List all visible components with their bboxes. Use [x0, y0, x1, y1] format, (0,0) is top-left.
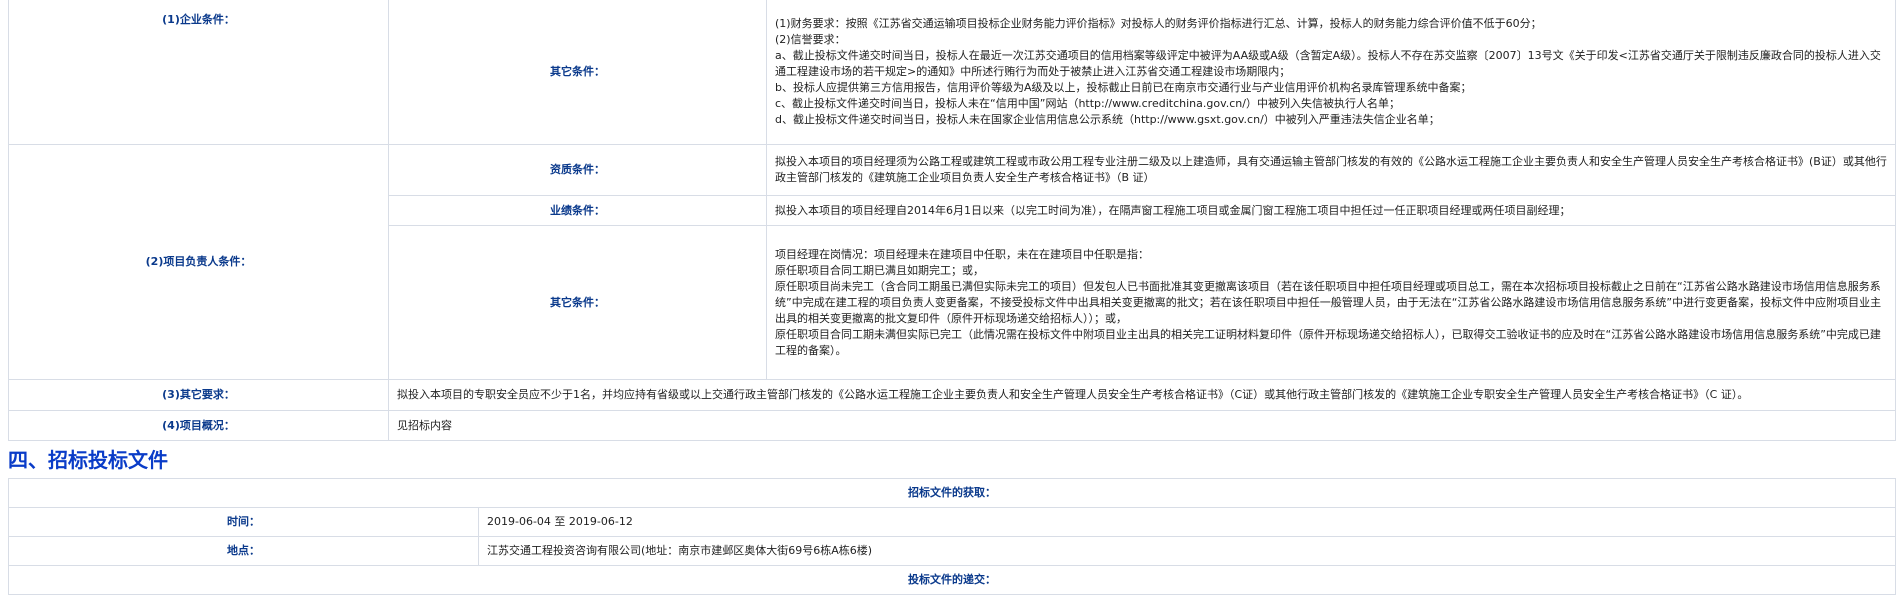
- enterprise-line: d、截止投标文件递交时间当日，投标人未在国家企业信用信息公示系统（http://…: [775, 113, 1440, 126]
- bid-documents-table: 招标文件的获取： 时间： 2019-06-04 至 2019-06-12 地点：…: [8, 478, 1896, 595]
- manager-other-line: 项目经理在岗情况：项目经理未在建项目中任职，未在在建项目中任职是指：: [775, 247, 1149, 261]
- submit-header: 投标文件的递交：: [8, 565, 1896, 595]
- project-overview-row: (4)项目概况： 见招标内容: [8, 410, 1896, 441]
- manager-qualification-row: (2)项目负责人条件： 资质条件： 拟投入本项目的项目经理须为公路工程或建筑工程…: [8, 144, 1896, 380]
- place-row: 地点： 江苏交通工程投资咨询有限公司(地址：南京市建邺区奥体大街69号6栋A栋6…: [8, 536, 1896, 566]
- performance-text: 拟投入本项目的项目经理自2014年6月1日以来（以完工时间为准），在隔声窗工程施…: [766, 195, 1896, 226]
- section-title: 四、招标投标文件: [8, 448, 168, 472]
- performance-label: 业绩条件：: [388, 195, 767, 226]
- obtain-header: 招标文件的获取：: [8, 478, 1896, 508]
- other-requirements-label: (3)其它要求：: [8, 379, 389, 411]
- requirements-table: (1)企业条件： 其它条件： (1)财务要求：按照《江苏省交通运输项目投标企业财…: [8, 0, 1896, 441]
- project-overview-label: (4)项目概况：: [8, 410, 389, 441]
- qualification-label: 资质条件：: [388, 144, 767, 196]
- time-label: 时间：: [8, 507, 479, 537]
- submit-header-row: 投标文件的递交：: [8, 565, 1896, 595]
- manager-condition-label: (2)项目负责人条件：: [8, 144, 389, 380]
- enterprise-condition-label: (1)企业条件：: [8, 0, 389, 145]
- enterprise-line: (2)信誉要求：: [775, 33, 846, 46]
- place-label: 地点：: [8, 536, 479, 566]
- other-requirements-row: (3)其它要求： 拟投入本项目的专职安全员应不少于1名，并均应持有省级或以上交通…: [8, 379, 1896, 411]
- enterprise-line: c、截止投标文件递交时间当日，投标人未在“信用中国”网站（http://www.…: [775, 97, 1400, 110]
- enterprise-other-label: 其它条件：: [388, 0, 767, 145]
- time-value: 2019-06-04 至 2019-06-12: [478, 507, 1896, 537]
- enterprise-other-text: (1)财务要求：按照《江苏省交通运输项目投标企业财务能力评价指标》对投标人的财务…: [766, 0, 1896, 145]
- enterprise-other-row: (1)企业条件： 其它条件： (1)财务要求：按照《江苏省交通运输项目投标企业财…: [8, 0, 1896, 145]
- manager-other-text: 项目经理在岗情况：项目经理未在建项目中任职，未在在建项目中任职是指： 原任职项目…: [766, 225, 1896, 380]
- project-overview-text: 见招标内容: [388, 410, 1896, 441]
- other-requirements-text: 拟投入本项目的专职安全员应不少于1名，并均应持有省级或以上交通行政主管部门核发的…: [388, 379, 1896, 411]
- enterprise-line: b、投标人应提供第三方信用报告，信用评价等级为A级及以上，投标截止日前已在南京市…: [775, 81, 1472, 94]
- qualification-text: 拟投入本项目的项目经理须为公路工程或建筑工程或市政公用工程专业注册二级及以上建造…: [766, 144, 1896, 196]
- manager-other-line: 原任职项目尚未完工（含合同工期虽已满但实际未完工的项目）但发包人已书面批准其变更…: [775, 279, 1882, 325]
- enterprise-line: (1)财务要求：按照《江苏省交通运输项目投标企业财务能力评价指标》对投标人的财务…: [775, 17, 1542, 30]
- place-value: 江苏交通工程投资咨询有限公司(地址：南京市建邺区奥体大街69号6栋A栋6楼): [478, 536, 1896, 566]
- enterprise-line: a、截止投标文件递交时间当日，投标人在最近一次江苏交通项目的信用档案等级评定中被…: [775, 49, 1881, 78]
- obtain-header-row: 招标文件的获取：: [8, 478, 1896, 508]
- manager-other-line: 原任职项目合同工期已满且如期完工；或，: [775, 263, 984, 277]
- time-row: 时间： 2019-06-04 至 2019-06-12: [8, 507, 1896, 537]
- manager-other-line: 原任职项目合同工期未满但实际已完工（此情况需在投标文件中附项目业主出具的相关完工…: [775, 327, 1881, 357]
- manager-other-label: 其它条件：: [388, 225, 767, 380]
